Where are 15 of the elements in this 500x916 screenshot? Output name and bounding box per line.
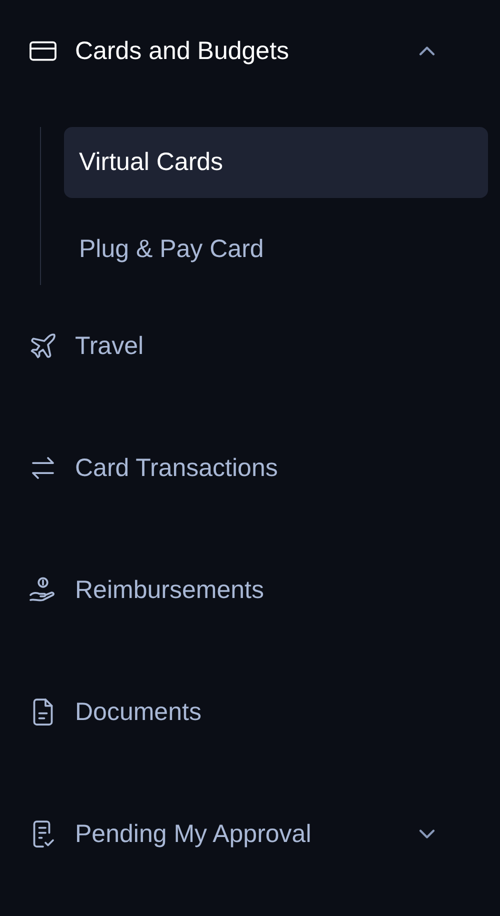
nav-item[interactable]: Documents [0, 687, 500, 737]
nav-item[interactable]: Travel [0, 321, 500, 371]
nav-label: Card Transactions [75, 454, 278, 482]
submenu-item[interactable]: Plug & Pay Card [64, 214, 488, 285]
nav-label: Reimbursements [75, 576, 264, 604]
nav-label: Cards and Budgets [75, 36, 290, 66]
nav-label: Pending My Approval [75, 820, 312, 848]
submenu-item[interactable]: Virtual Cards [64, 127, 488, 198]
nav-item[interactable]: Reimbursements [0, 565, 500, 615]
nav-label: Documents [75, 698, 202, 726]
airplane-icon [28, 331, 58, 361]
nav-item[interactable]: Cards and Budgets [0, 26, 500, 76]
nav-label: Travel [75, 332, 144, 360]
nav-item[interactable]: Card Transactions [0, 443, 500, 493]
nav-item[interactable]: Pending My Approval [0, 809, 500, 859]
